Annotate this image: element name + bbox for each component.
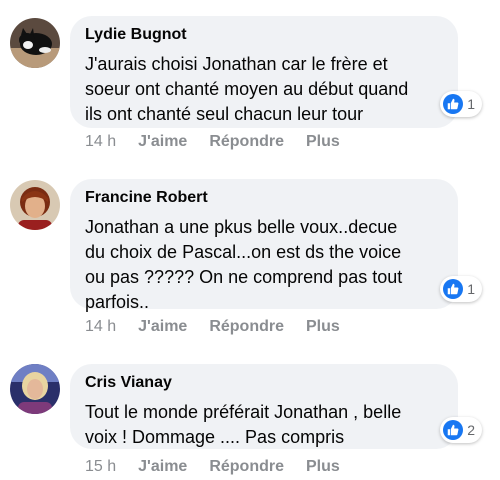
avatar[interactable] [10,18,60,68]
comment-text-line: J'aurais choisi Jonathan car le frère et [85,54,388,74]
more-button[interactable]: Plus [306,133,340,151]
comment-author[interactable]: Francine Robert [85,189,208,207]
avatar-portrait-image [10,364,60,414]
comment-author[interactable]: Lydie Bugnot [85,26,187,44]
more-button[interactable]: Plus [306,458,340,476]
comment-actions: 14 h J'aime Répondre Plus [85,133,340,151]
comment-timestamp[interactable]: 14 h [85,133,116,151]
comment-text-line: Jonathan a une pkus belle voux..decue [85,217,398,237]
comment-text: J'aurais choisi Jonathan car le frère et… [85,52,408,127]
comment-text-line: ils ont chanté seul chacun leur tour [85,104,364,124]
reaction-count: 1 [467,281,475,297]
comment-bubble: Cris Vianay Tout le monde préférait Jona… [70,364,482,450]
reaction-count-badge[interactable]: 1 [440,276,482,302]
comment-text-line: ou pas ????? On ne comprend pas tout [85,267,403,287]
reply-button[interactable]: Répondre [209,133,284,151]
comment-actions: 14 h J'aime Répondre Plus [85,318,340,336]
comment-text-line: soeur ont chanté moyen au début quand [85,79,409,99]
reply-button[interactable]: Répondre [209,458,284,476]
avatar-portrait-image [10,180,60,230]
comment-actions: 15 h J'aime Répondre Plus [85,458,340,476]
like-button[interactable]: J'aime [138,458,187,476]
comment-author[interactable]: Cris Vianay [85,374,172,392]
comment-text-line: parfois.. [85,292,150,312]
reaction-count-badge[interactable]: 1 [440,91,482,117]
avatar-cat-image [10,18,60,68]
avatar[interactable] [10,180,60,230]
more-button[interactable]: Plus [306,318,340,336]
comment-text-line: du choix de Pascal...on est ds the voice [85,242,402,262]
reply-button[interactable]: Répondre [209,318,284,336]
like-button[interactable]: J'aime [138,318,187,336]
like-button[interactable]: J'aime [138,133,187,151]
comment-text-line: Tout le monde préférait Jonathan , belle [85,402,402,422]
reaction-count: 1 [467,96,475,112]
comment-text: Jonathan a une pkus belle voux..decue du… [85,215,402,315]
reaction-count: 2 [467,422,475,438]
comment-bubble: Francine Robert Jonathan a une pkus bell… [70,179,482,312]
comment-text: Tout le monde préférait Jonathan , belle… [85,400,401,450]
comment-timestamp[interactable]: 15 h [85,458,116,476]
like-thumb-icon [443,420,464,440]
like-thumb-icon [443,279,464,299]
reaction-count-badge[interactable]: 2 [440,417,482,443]
comment-text-line: voix ! Dommage .... Pas compris [85,427,345,447]
comment-bubble: Lydie Bugnot J'aurais choisi Jonathan ca… [70,16,482,128]
comment-timestamp[interactable]: 14 h [85,318,116,336]
like-thumb-icon [443,94,464,114]
avatar[interactable] [10,364,60,414]
